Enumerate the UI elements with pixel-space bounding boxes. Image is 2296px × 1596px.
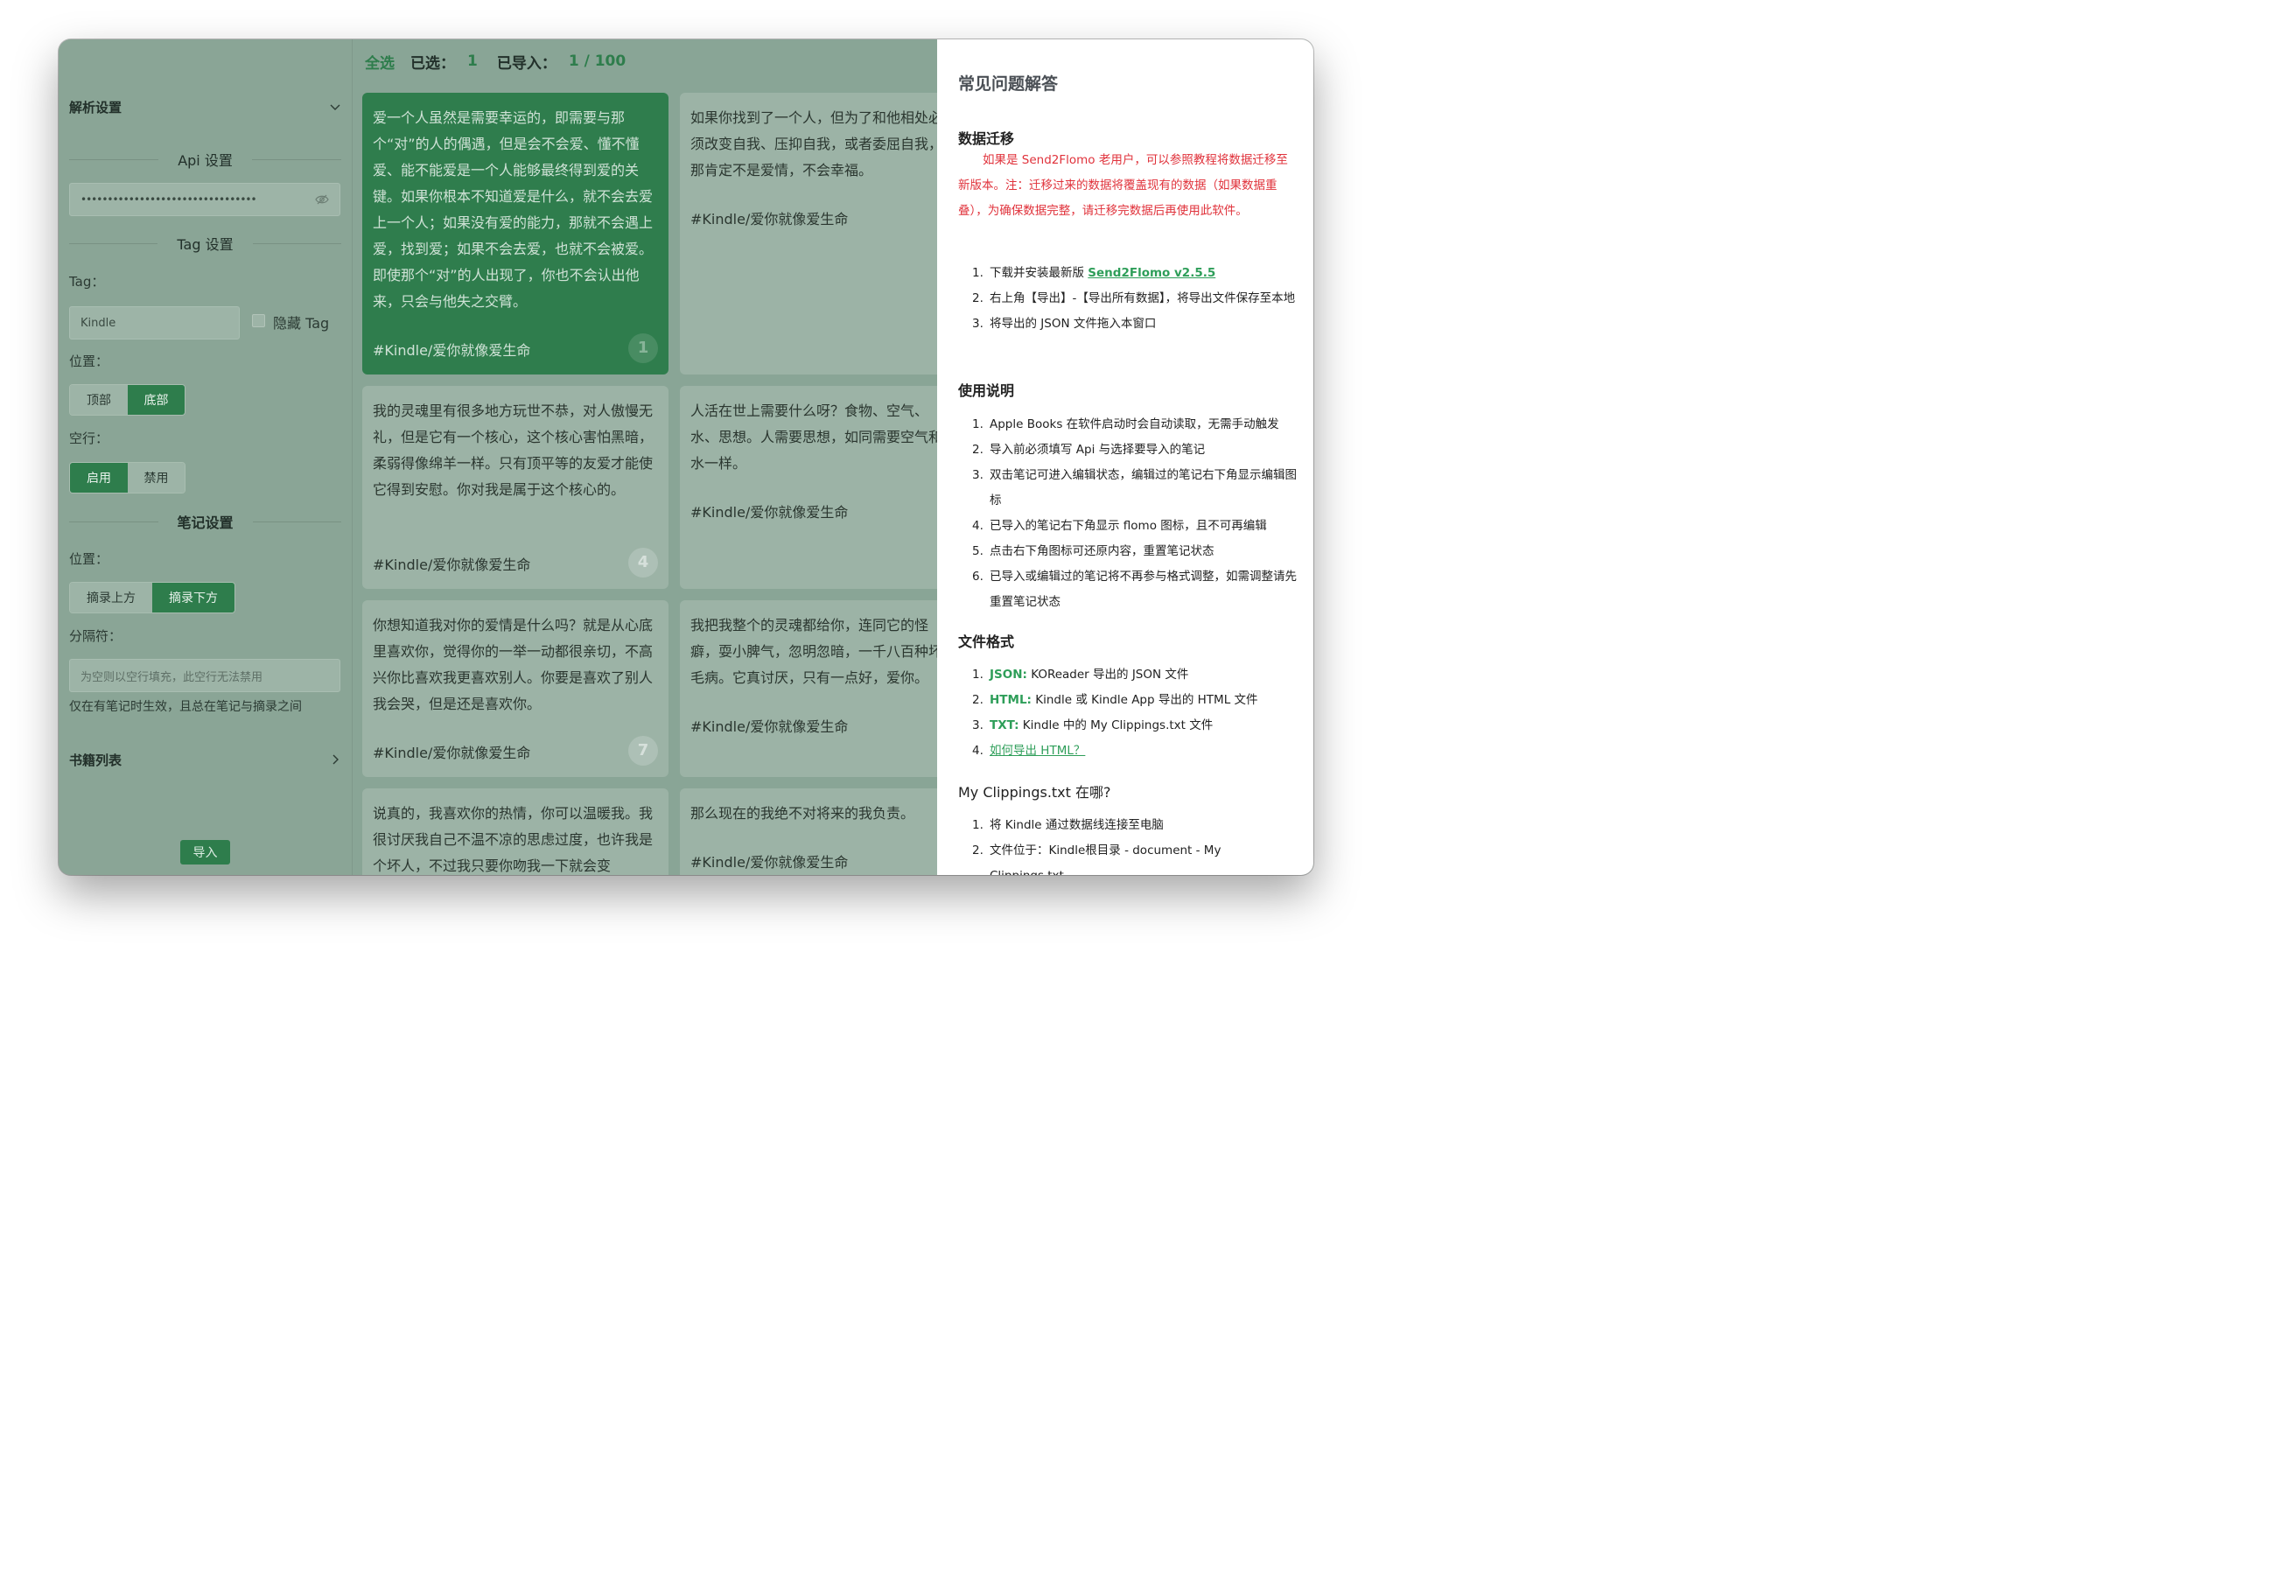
note-text: 我的灵魂里有很多地方玩世不恭，对人傲慢无礼，但是它有一个核心，这个核心害怕黑暗，… (373, 402, 654, 498)
note-card[interactable]: 我把我整个的灵魂都给你，连同它的怪癖，耍小脾气，忽明忽暗，一千八百种坏毛病。它真… (680, 600, 951, 777)
note-below-option[interactable]: 摘录下方 (152, 583, 234, 612)
note-text: 说真的，我喜欢你的热情，你可以温暖我。我很讨厌我自己不温不凉的思虑过度，也许我是… (373, 805, 654, 874)
note-card[interactable]: 如果你找到了一个人，但为了和他相处必须改变自我、压抑自我，或者委屈自我，那肯定不… (680, 93, 951, 374)
format-heading: 文件格式 (958, 634, 1015, 650)
tag-input[interactable]: Kindle (69, 306, 240, 340)
note-card[interactable]: 我的灵魂里有很多地方玩世不恭，对人傲慢无礼，但是它有一个核心，这个核心害怕黑暗，… (362, 386, 668, 589)
selected-label: 已选： (410, 54, 455, 73)
note-tag: #Kindle/爱你就像爱生命 (690, 718, 849, 735)
parse-settings-header[interactable]: 解析设置 (69, 89, 341, 124)
tag-input-value: Kindle (80, 316, 116, 330)
migration-warning: 如果是 Send2Flomo 老用户，可以参照教程将数据迁移至新版本。注：迁移过… (958, 153, 1288, 218)
list-item: 1. 下载并安装最新版 Send2Flomo v2.5.5 (972, 266, 1216, 280)
position-segmented: 顶部 底部 (69, 384, 186, 416)
position-bottom-option[interactable]: 底部 (128, 385, 185, 415)
note-position-segmented: 摘录上方 摘录下方 (69, 582, 235, 613)
parse-settings-title: 解析设置 (69, 99, 122, 116)
note-text: 爱一个人虽然是需要幸运的，即需要与那个“对”的人的偶遇，但是会不会爱、懂不懂爱、… (373, 109, 654, 310)
note-tag: #Kindle/爱你就像爱生命 (373, 745, 531, 761)
faq-panel: 常见问题解答 数据迁移 如果是 Send2Flomo 老用户，可以参照教程将数据… (937, 39, 1313, 875)
note-index-badge: 1 (628, 333, 658, 363)
book-list-header[interactable]: 书籍列表 (69, 742, 341, 777)
api-settings-divider: Api 设置 (69, 150, 342, 169)
blank-line-disable-option[interactable]: 禁用 (128, 463, 185, 493)
note-tag: #Kindle/爱你就像爱生命 (690, 211, 849, 228)
separator-label: 分隔符： (69, 628, 122, 644)
api-key-value: ••••••••••••••••••••••••••••••••• (80, 193, 257, 206)
note-index-badge: 4 (628, 548, 658, 578)
hide-tag-checkbox[interactable] (252, 314, 265, 327)
position-top-option[interactable]: 顶部 (70, 385, 128, 415)
note-settings-divider: 笔记设置 (69, 512, 342, 531)
chevron-down-icon (330, 104, 340, 110)
list-item: 3. 将导出的 JSON 文件拖入本窗口 (972, 317, 1157, 331)
clippings-steps: 1. 将 Kindle 通过数据线连接至电脑 2. 文件位于：Kindle根目录 -… (958, 813, 1298, 875)
note-card[interactable]: 说真的，我喜欢你的热情，你可以温暖我。我很讨厌我自己不温不凉的思虑过度，也许我是… (362, 788, 668, 875)
list-item: 2.文件位于：Kindle根目录 - document - My Clippin… (972, 844, 1222, 875)
separator-hint: 仅在有笔记时生效，且总在笔记与摘录之间 (69, 700, 302, 714)
migration-heading: 数据迁移 (958, 130, 1015, 147)
note-card[interactable]: 爱一个人虽然是需要幸运的，即需要与那个“对”的人的偶遇，但是会不会爱、懂不懂爱、… (362, 93, 668, 374)
migration-steps: 1. 下载并安装最新版 Send2Flomo v2.5.5 2. 右上角【导出】-【… (958, 261, 1298, 337)
separator-placeholder: 为空则以空行填充，此空行无法禁用 (80, 670, 263, 684)
note-above-option[interactable]: 摘录上方 (70, 583, 152, 612)
note-text: 我把我整个的灵魂都给你，连同它的怪癖，耍小脾气，忽明忽暗，一千八百种坏毛病。它真… (690, 617, 943, 686)
list-item: 1. Apple Books 在软件启动时会自动读取，无需手动触发 (972, 417, 1279, 431)
list-item: 2. 右上角【导出】-【导出所有数据】，将导出文件保存至本地 (972, 291, 1296, 305)
note-text: 如果你找到了一个人，但为了和他相处必须改变自我、压抑自我，或者委屈自我，那肯定不… (690, 109, 943, 178)
list-item: 6. 已导入或编辑过的笔记将不再参与格式调整，如需调整请先重置笔记状态 (972, 570, 1297, 609)
list-item: 1. 将 Kindle 通过数据线连接至电脑 (972, 818, 1164, 832)
eye-hidden-icon[interactable] (315, 192, 329, 206)
list-item: 4. 如何导出 HTML？ (972, 744, 1086, 758)
note-text: 那么现在的我绝不对将来的我负责。 (690, 805, 915, 822)
note-text: 你想知道我对你的爱情是什么吗？就是从心底里喜欢你，觉得你的一举一动都很亲切，不高… (373, 617, 654, 712)
clippings-heading: My Clippings.txt 在哪? (958, 784, 1111, 801)
note-tag: #Kindle/爱你就像爱生命 (373, 342, 531, 359)
select-all-button[interactable]: 全选 (365, 51, 395, 73)
tag-label: Tag： (69, 274, 105, 290)
note-tag: #Kindle/爱你就像爱生命 (373, 556, 531, 573)
chevron-right-icon (332, 754, 339, 765)
separator-input[interactable]: 为空则以空行填充，此空行无法禁用 (69, 659, 340, 692)
list-item: 3. 双击笔记可进入编辑状态，编辑过的笔记右下角显示编辑图标 (972, 468, 1297, 508)
blank-line-label: 空行： (69, 430, 109, 446)
imported-count: 1 / 100 (568, 52, 626, 70)
blank-line-segmented: 启用 禁用 (69, 462, 186, 494)
usage-heading: 使用说明 (958, 382, 1015, 399)
api-key-input[interactable]: ••••••••••••••••••••••••••••••••• (69, 183, 340, 216)
note-settings-title: 笔记设置 (177, 514, 234, 531)
list-item: 1. JSON: KOReader 导出的 JSON 文件 (972, 668, 1189, 682)
note-position-label: 位置： (69, 551, 109, 567)
settings-sidebar: 解析设置 Api 设置 ••••••••••••••••••••••••••••… (59, 39, 353, 875)
list-item: 5. 点击右下角图标可还原内容，重置笔记状态 (972, 544, 1214, 558)
note-text: 人活在世上需要什么呀？食物、空气、水、思想。人需要思想，如同需要空气和水一样。 (690, 402, 943, 472)
tag-settings-divider: Tag 设置 (69, 234, 341, 253)
selected-count: 1 (467, 52, 478, 70)
faq-title: 常见问题解答 (958, 74, 1059, 94)
note-card[interactable]: 人活在世上需要什么呀？食物、空气、水、思想。人需要思想，如同需要空气和水一样。 … (680, 386, 951, 589)
usage-steps: 1. Apple Books 在软件启动时会自动读取，无需手动触发 2. 导入前必须… (958, 412, 1298, 615)
note-card[interactable]: 那么现在的我绝不对将来的我负责。 #Kindle/爱你就像爱生命 (680, 788, 951, 875)
list-item: 2. 导入前必须填写 Api 与选择要导入的笔记 (972, 443, 1206, 457)
position-label: 位置： (69, 354, 109, 369)
api-settings-title: Api 设置 (178, 152, 233, 169)
format-list: 1. JSON: KOReader 导出的 JSON 文件 2. HTML: Kin… (958, 662, 1298, 764)
imported-label: 已导入： (496, 54, 556, 73)
blank-line-enable-option[interactable]: 启用 (70, 463, 128, 493)
list-item: 3. TXT: Kindle 中的 My Clippings.txt 文件 (972, 718, 1214, 732)
hide-tag-label: 隐藏 Tag (273, 315, 330, 332)
tag-settings-title: Tag 设置 (177, 236, 234, 253)
selection-toolbar: 全选 已选： 1 已导入： 1 / 100 (365, 50, 626, 73)
list-item: 2. HTML: Kindle 或 Kindle App 导出的 HTML 文件 (972, 693, 1258, 707)
book-list-title: 书籍列表 (69, 752, 122, 768)
note-card[interactable]: 你想知道我对你的爱情是什么吗？就是从心底里喜欢你，觉得你的一举一动都很亲切，不高… (362, 600, 668, 777)
import-button[interactable]: 导入 (180, 840, 230, 864)
how-to-export-html-link[interactable]: 如何导出 HTML？ (990, 744, 1085, 758)
note-tag: #Kindle/爱你就像爱生命 (690, 504, 849, 521)
list-item: 4. 已导入的笔记右下角显示 flomo 图标，且不可再编辑 (972, 519, 1267, 533)
note-index-badge: 7 (628, 736, 658, 766)
note-tag: #Kindle/爱你就像爱生命 (690, 854, 849, 871)
app-window: 解析设置 Api 设置 ••••••••••••••••••••••••••••… (59, 39, 1313, 875)
send2flomo-download-link[interactable]: Send2Flomo v2.5.5 (1088, 266, 1215, 280)
